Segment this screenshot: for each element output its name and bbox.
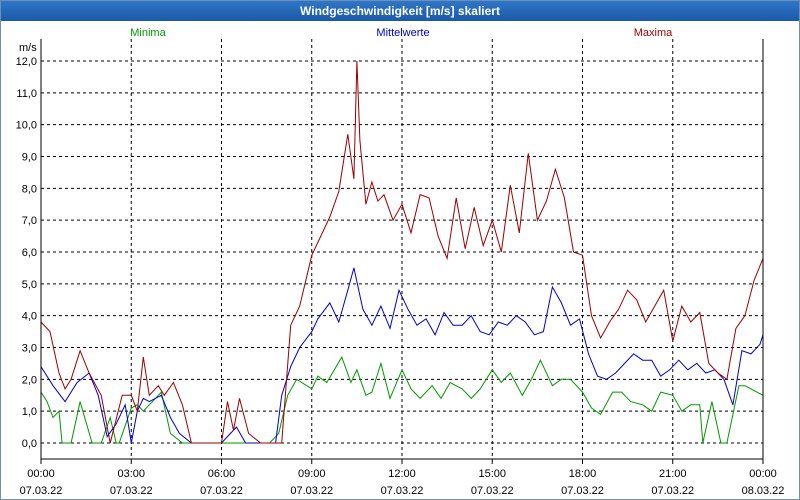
x-tick-date: 08.03.22 xyxy=(742,485,785,497)
chart-title: Windgeschwindigkeit [m/s] skaliert xyxy=(1,1,799,21)
y-tick-label: 12,0 xyxy=(16,56,37,68)
y-tick-labels: 0,0 1,0 2,0 3,0 4,0 5,0 6,0 7,0 8,0 9,0 10,0 11,0 12… xyxy=(16,56,37,450)
x-tick-date: 07.03.22 xyxy=(471,485,514,497)
legend-maxima: Maxima xyxy=(634,27,673,39)
x-tick-time: 00:00 xyxy=(749,468,777,480)
x-tick-date: 07.03.22 xyxy=(110,485,153,497)
y-tick-label: 5,0 xyxy=(22,279,37,291)
x-tick-time: 06:00 xyxy=(208,468,236,480)
y-tick-label: 8,0 xyxy=(22,183,37,195)
x-tick-date: 07.03.22 xyxy=(290,485,333,497)
x-tick-date: 07.03.22 xyxy=(200,485,243,497)
x-tick-time: 15:00 xyxy=(478,468,506,480)
y-tick-label: 10,0 xyxy=(16,120,37,132)
y-tick-label: 7,0 xyxy=(22,215,37,227)
x-tick-labels: 00:00 07.03.22 03:00 07.03.22 06:00 07.03.22 0… xyxy=(20,459,785,497)
y-tick-label: 0,0 xyxy=(22,438,37,450)
y-tick-label: 1,0 xyxy=(22,406,37,418)
y-tick-label: 11,0 xyxy=(16,88,37,100)
x-tick-date: 07.03.22 xyxy=(651,485,694,497)
y-tick-label: 9,0 xyxy=(22,152,37,164)
x-tick-time: 12:00 xyxy=(388,468,416,480)
chart-window: Windgeschwindigkeit [m/s] skaliert m/s 0… xyxy=(0,0,800,500)
y-tick-label: 3,0 xyxy=(22,343,37,355)
chart-area: m/s 0,0 1,0 2,0 3,0 4,0 5,0 6,0 7,0 8,0 9,0 10,0 11… xyxy=(16,27,785,497)
x-tick-time: 09:00 xyxy=(298,468,326,480)
y-axis-unit-label: m/s xyxy=(19,42,37,54)
x-tick-date: 07.03.22 xyxy=(561,485,604,497)
legend-minima: Minima xyxy=(130,27,166,39)
y-tick-label: 6,0 xyxy=(22,247,37,259)
x-tick-date: 07.03.22 xyxy=(20,485,63,497)
y-tick-label: 2,0 xyxy=(22,374,37,386)
x-tick-time: 21:00 xyxy=(659,468,687,480)
x-tick-time: 03:00 xyxy=(117,468,145,480)
legend-mittelwerte: Mittelwerte xyxy=(376,27,429,39)
x-tick-date: 07.03.22 xyxy=(381,485,424,497)
x-tick-time: 18:00 xyxy=(569,468,597,480)
y-tick-label: 4,0 xyxy=(22,311,37,323)
x-tick-time: 00:00 xyxy=(27,468,55,480)
